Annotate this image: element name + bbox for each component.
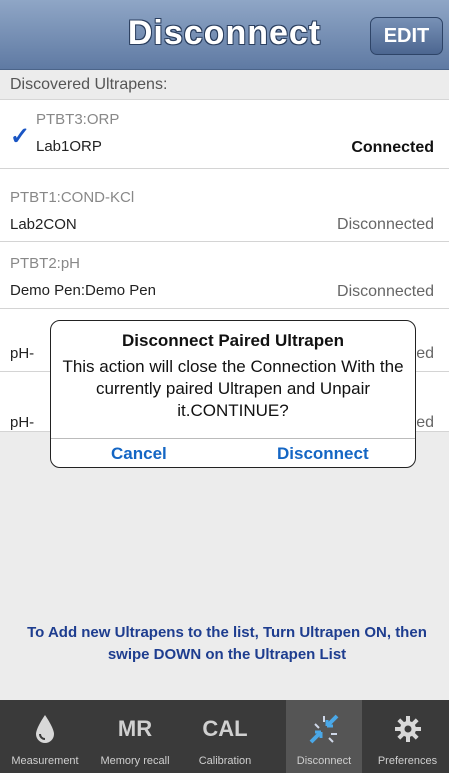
device-id: PTBT2:pH xyxy=(10,255,81,272)
water-drop-icon xyxy=(0,712,90,746)
tab-label: Disconnect xyxy=(296,755,352,767)
device-row-ptbt2[interactable]: PTBT2:pH Demo Pen:Demo Pen Disconnected xyxy=(0,242,449,309)
tab-bar: Measurement MR Memory recall CAL Calibra… xyxy=(0,700,449,773)
tab-preferences[interactable]: Preferences xyxy=(366,700,449,773)
device-name: pH- xyxy=(10,345,35,362)
instruction-text: To Add new Ultrapens to the list, Turn U… xyxy=(27,624,427,663)
device-status: Disconnected xyxy=(337,283,434,300)
device-name: pH- xyxy=(10,414,35,431)
tab-measurement[interactable]: Measurement xyxy=(0,700,90,773)
device-row-ptbt1[interactable]: PTBT1:COND-KCl Lab2CON Disconnected xyxy=(0,169,449,242)
tab-calibration[interactable]: CAL Calibration xyxy=(180,700,270,773)
tab-label: Calibration xyxy=(198,755,252,767)
device-status: Connected xyxy=(351,139,434,156)
device-status: ed xyxy=(416,345,434,362)
cancel-button[interactable]: Cancel xyxy=(111,444,167,464)
gear-icon xyxy=(366,712,449,746)
device-id: PTBT3:ORP xyxy=(36,111,120,128)
tab-label: Measurement xyxy=(11,755,79,767)
tab-memory-recall[interactable]: MR Memory recall xyxy=(90,700,180,773)
calibration-icon: CAL xyxy=(202,716,248,741)
disconnect-button[interactable]: Disconnect xyxy=(277,444,369,464)
device-status: Disconnected xyxy=(337,216,434,233)
list-section-header: Discovered Ultrapens: xyxy=(0,70,449,100)
edit-button[interactable]: EDIT xyxy=(370,17,443,55)
app-header: Disconnect EDIT xyxy=(0,0,449,70)
device-name: Demo Pen:Demo Pen xyxy=(10,282,156,299)
tab-disconnect[interactable]: Disconnect xyxy=(286,700,362,773)
memory-recall-icon: MR xyxy=(117,716,153,741)
tab-label: Preferences xyxy=(377,755,438,767)
device-name: Lab2CON xyxy=(10,216,77,233)
device-name: Lab1ORP xyxy=(36,138,102,155)
device-id: PTBT1:COND-KCl xyxy=(10,189,135,206)
device-status: ed xyxy=(416,414,434,431)
tab-label: Memory recall xyxy=(100,755,170,767)
dialog-message: This action will close the Connection Wi… xyxy=(62,357,404,420)
device-row-ptbt3[interactable]: PTBT3:ORP Lab1ORP Connected xyxy=(0,101,449,169)
disconnect-icon xyxy=(286,712,362,746)
disconnect-dialog: Disconnect Paired Ultrapen This action w… xyxy=(50,320,416,468)
dialog-divider xyxy=(51,438,415,439)
checkmark-icon: ✓ xyxy=(10,123,31,150)
dialog-title: Disconnect Paired Ultrapen xyxy=(121,331,344,350)
